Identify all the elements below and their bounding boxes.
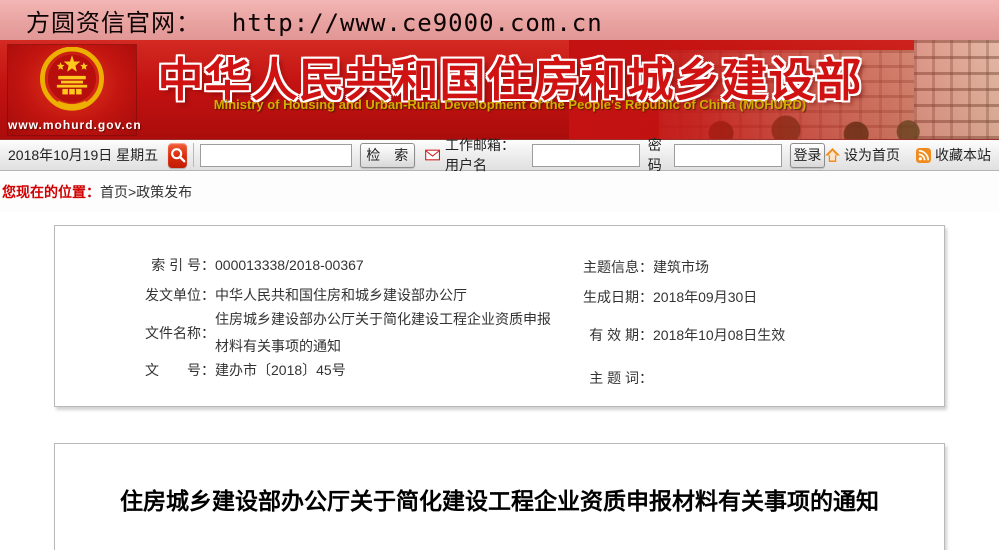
- search-icon[interactable]: [168, 142, 187, 168]
- field-label: 文 号：: [145, 362, 215, 378]
- field-value: 000013338/2018-00367: [215, 257, 364, 273]
- ad-banner-link[interactable]: 方圆资信官网： http://www.ce9000.com.cn: [0, 3, 603, 38]
- mail-username-input[interactable]: [531, 143, 640, 167]
- search-submit-button[interactable]: 检 索: [359, 142, 415, 168]
- bookmark-site-label: 收藏本站: [935, 147, 991, 163]
- site-header: www.mohurd.gov.cn 中华人民共和国住房和城乡建设部 Minist…: [0, 40, 999, 139]
- field-document-name: 文件名称： 住房城乡建设部办公厅关于简化建设工程企业资质申报材料有关事项的通知: [137, 306, 555, 360]
- breadcrumb-prefix: 您现在的位置：: [2, 184, 100, 200]
- field-value: 住房城乡建设部办公厅关于简化建设工程企业资质申报材料有关事项的通知: [215, 311, 551, 354]
- field-value: 2018年10月08日生效: [653, 327, 786, 343]
- national-emblem-icon: [40, 47, 104, 111]
- document-info-panel: 索 引 号： 000013338/2018-00367 发文单位： 中华人民共和…: [54, 225, 945, 407]
- field-effective-date: 有 效 期： 2018年10月08日生效: [575, 325, 785, 345]
- login-button[interactable]: 登录: [789, 142, 825, 168]
- national-emblem-panel: www.mohurd.gov.cn: [8, 45, 142, 135]
- field-index-number: 索 引 号： 000013338/2018-00367: [137, 255, 364, 275]
- article-panel: 住房城乡建设部办公厅关于简化建设工程企业资质申报材料有关事项的通知: [54, 443, 945, 550]
- field-value: 建办市〔2018〕45号: [215, 362, 346, 378]
- field-value: 建筑市场: [653, 259, 709, 275]
- field-label: 生成日期：: [583, 289, 653, 305]
- breadcrumb-path[interactable]: 首页>政策发布: [100, 184, 192, 200]
- field-issuing-unit: 发文单位： 中华人民共和国住房和城乡建设部办公厅: [137, 285, 467, 305]
- password-input[interactable]: [673, 143, 782, 167]
- breadcrumb: 您现在的位置：首页>政策发布: [0, 172, 999, 212]
- field-label: 主 题 词：: [589, 370, 653, 386]
- field-label: 有 效 期：: [589, 327, 653, 343]
- field-label: 索 引 号：: [151, 257, 215, 273]
- field-value: 2018年09月30日: [653, 289, 758, 305]
- mail-icon: [425, 149, 440, 161]
- bookmark-rss-icon: [916, 147, 931, 163]
- site-subtitle-english: Ministry of Housing and Urban-Rural Deve…: [213, 97, 807, 112]
- search-input[interactable]: [199, 143, 352, 167]
- mail-username-label: 工作邮箱：用户名: [445, 137, 516, 173]
- article-title: 住房城乡建设部办公厅关于简化建设工程企业资质申报材料有关事项的通知: [120, 488, 879, 514]
- field-keywords: 主 题 词：: [575, 368, 653, 388]
- field-creation-date: 生成日期： 2018年09月30日: [575, 287, 757, 307]
- field-label: 发文单位：: [145, 287, 215, 303]
- field-topic-info: 主题信息： 建筑市场: [575, 257, 709, 277]
- home-icon: [825, 148, 840, 162]
- field-label: 主题信息：: [583, 259, 653, 275]
- ad-banner: 方圆资信官网： http://www.ce9000.com.cn: [0, 0, 999, 40]
- page: 方圆资信官网： http://www.ce9000.com.cn www.moh…: [0, 0, 999, 550]
- field-label: 文件名称：: [145, 325, 215, 341]
- field-value: 中华人民共和国住房和城乡建设部办公厅: [215, 287, 467, 303]
- password-label: 密码: [647, 137, 662, 173]
- field-document-number: 文 号： 建办市〔2018〕45号: [137, 360, 346, 380]
- mohurd-url-label: www.mohurd.gov.cn: [8, 118, 142, 132]
- toolbar: 2018年10月19日 星期五 检 索 工作邮箱：用户名 密码 登录 设为首页: [0, 137, 999, 173]
- bookmark-site-link[interactable]: 收藏本站: [916, 145, 991, 165]
- current-date-label: 2018年10月19日 星期五: [8, 147, 159, 163]
- set-homepage-label: 设为首页: [844, 147, 900, 163]
- set-homepage-link[interactable]: 设为首页: [825, 145, 900, 165]
- toolbar-separator: [192, 143, 194, 167]
